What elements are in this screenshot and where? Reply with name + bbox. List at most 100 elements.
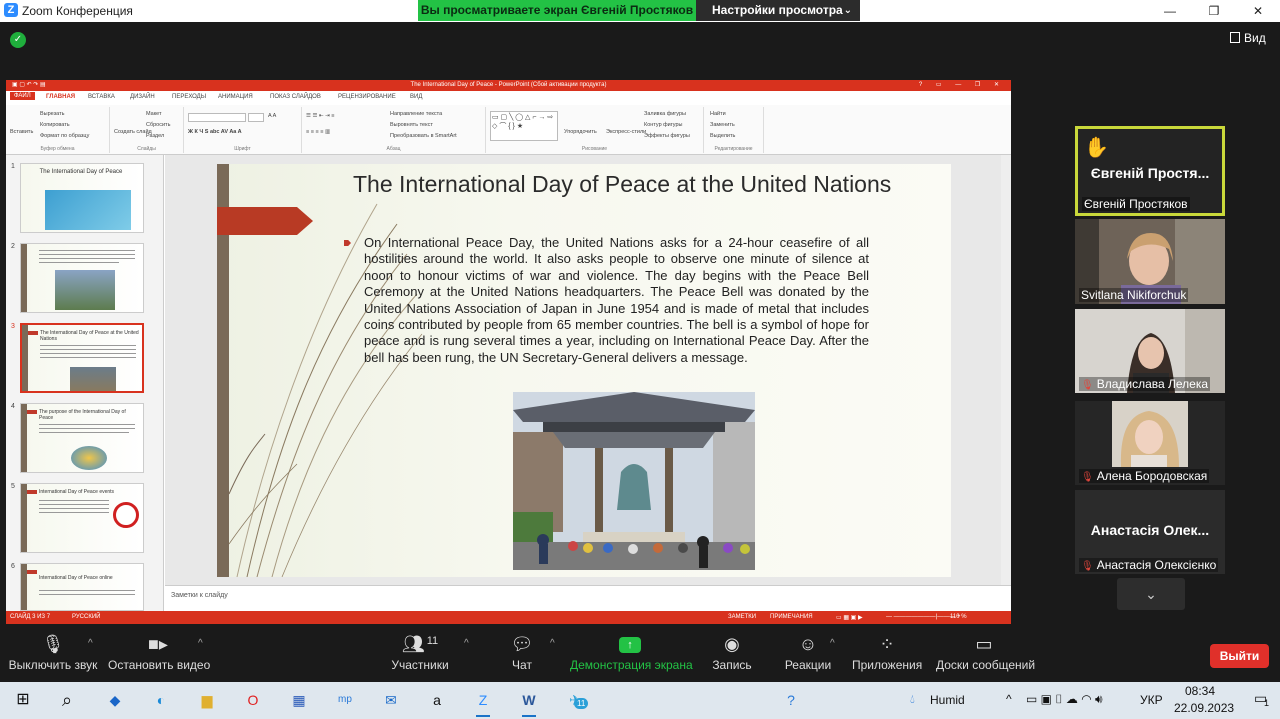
list-buttons[interactable]: ☰ ☰ ⇤ ⇥ ≡ <box>306 113 334 119</box>
slide-title[interactable]: The International Day of Peace at the Un… <box>353 170 913 199</box>
audio-options-caret-icon[interactable]: ^ <box>88 638 93 649</box>
amazon-icon[interactable]: a <box>422 686 452 714</box>
font-name-combo[interactable] <box>188 113 246 122</box>
current-slide[interactable]: The International Day of Peace at the Un… <box>217 164 951 577</box>
participants-caret-icon[interactable]: ^ <box>464 638 469 649</box>
maximize-button[interactable]: ❐ <box>1194 1 1234 21</box>
slide-thumbnail-2[interactable] <box>20 243 144 313</box>
shape-outline-button[interactable]: Контур фигуры <box>644 122 682 128</box>
windows-start-icon[interactable]: ⊞ <box>8 686 38 714</box>
reset-button[interactable]: Сбросить <box>146 122 170 128</box>
smartart-button[interactable]: Преобразовать в SmartArt <box>390 133 457 139</box>
slide-thumbnail-1[interactable]: The International Day of Peace <box>20 163 144 233</box>
apps-button[interactable]: ⁘ Приложения <box>852 630 922 672</box>
telegram-icon[interactable]: ✈11 <box>560 686 590 714</box>
tray-expand-icon[interactable]: ^ <box>1006 692 1012 706</box>
microsoft-store-icon[interactable]: ▦ <box>284 686 314 714</box>
slide-body-text[interactable]: On International Peace Day, the United N… <box>364 235 869 366</box>
layout-button[interactable]: Макет <box>146 111 162 117</box>
view-buttons[interactable]: ▭ ▦ ▣ ▶ <box>836 614 863 621</box>
file-explorer-icon[interactable]: ▆ <box>192 686 222 714</box>
mail-icon[interactable]: ✉ <box>376 686 406 714</box>
word-icon[interactable]: W <box>514 686 544 717</box>
tab-animation[interactable]: АНИМАЦИЯ <box>218 94 253 100</box>
leave-button[interactable]: Выйти <box>1210 644 1269 668</box>
clock-time[interactable]: 08:34 <box>1185 684 1215 698</box>
help-icon[interactable]: ? <box>776 686 806 714</box>
arrange-button[interactable]: Упорядочить <box>564 129 597 135</box>
participant-tile[interactable]: Svitlana Nikiforchuk <box>1075 219 1225 304</box>
slide-thumbnail-3[interactable]: The International Day of Peace at the Un… <box>20 323 144 393</box>
notes-toggle[interactable]: ЗАМЕТКИ <box>728 614 756 620</box>
close-button[interactable]: ✕ <box>1238 1 1278 21</box>
input-language[interactable]: УКР <box>1140 693 1163 707</box>
weather-label[interactable]: Humid <box>930 693 965 707</box>
comments-toggle[interactable]: ПРИМЕЧАНИЯ <box>770 614 813 620</box>
skype-icon[interactable]: mp <box>330 686 360 714</box>
section-button[interactable]: Раздел <box>146 133 164 139</box>
slide-thumbnail-6[interactable]: International Day of Peace online <box>20 563 144 611</box>
chat-button[interactable]: 💬︎ Чат ^ <box>506 630 555 672</box>
shape-fill-button[interactable]: Заливка фигуры <box>644 111 686 117</box>
dropbox-icon[interactable]: ◆ <box>100 686 130 714</box>
clock-date[interactable]: 22.09.2023 <box>1174 701 1234 715</box>
tab-design[interactable]: ДИЗАЙН <box>130 94 155 100</box>
security-shield-icon[interactable]: ✓ <box>10 32 26 48</box>
copy-button[interactable]: Копировать <box>40 122 70 128</box>
tab-view[interactable]: ВИД <box>410 94 422 100</box>
video-options-caret-icon[interactable]: ^ <box>198 638 203 649</box>
participant-tile[interactable]: 🎙︎ Алена Бородовская <box>1075 401 1225 485</box>
zoom-taskbar-icon[interactable]: Z <box>468 686 498 717</box>
peace-bell-photo[interactable] <box>513 392 755 570</box>
replace-button[interactable]: Заменить <box>710 122 735 128</box>
paste-button[interactable]: Вставить <box>10 129 33 135</box>
tray-app-icons[interactable]: ▭ ▣ ⌷ ☁ ◠ 🔊︎ <box>1026 692 1103 707</box>
slide-editing-area[interactable]: The International Day of Peace at the Un… <box>165 155 1011 585</box>
more-participants-chevron-icon[interactable]: ⌄ <box>1117 578 1185 610</box>
minimize-button[interactable]: — <box>1150 1 1190 21</box>
shared-screen-powerpoint[interactable]: ▣ ▢ ↶ ↷ ▤ The International Day of Peace… <box>6 80 1011 624</box>
participant-tile[interactable]: Анастасія Олек... 🎙︎ Анастасія Олексієнко <box>1075 490 1225 574</box>
tab-review[interactable]: РЕЦЕНЗИРОВАНИЕ <box>338 94 396 100</box>
tab-insert[interactable]: ВСТАВКА <box>88 94 115 100</box>
font-size-buttons[interactable]: A A <box>268 113 276 119</box>
slide-thumbnail-pane[interactable]: 1 The International Day of Peace 2 3 The… <box>6 155 164 611</box>
tab-transitions[interactable]: ПЕРЕХОДЫ <box>172 94 206 100</box>
text-direction-button[interactable]: Направление текста <box>390 111 442 117</box>
mute-button[interactable]: 🎙︎ Выключить звук ^ <box>8 630 98 672</box>
reactions-button[interactable]: ☺ Реакции ^ <box>784 630 835 672</box>
slide-notes-field[interactable]: Заметки к слайду <box>165 585 1011 611</box>
slide-scrollbar[interactable] <box>1001 155 1011 585</box>
shapes-gallery[interactable]: ▭ ▢ ╲ ◯ △ ⌐ → ⇨ ◇ ⌒ { } ★ <box>490 111 558 141</box>
slide-thumbnail-4[interactable]: The purpose of the International Day of … <box>20 403 144 473</box>
select-button[interactable]: Выделить <box>710 133 735 139</box>
stop-video-button[interactable]: ■▸ Остановить видео ^ <box>108 630 210 672</box>
align-buttons[interactable]: ≡ ≡ ≡ ≡ ▥ <box>306 129 330 135</box>
chat-caret-icon[interactable]: ^ <box>550 638 555 649</box>
cut-button[interactable]: Вырезать <box>40 111 64 117</box>
zoom-level[interactable]: 110 % <box>950 614 967 620</box>
tab-home[interactable]: ГЛАВНАЯ <box>46 94 75 100</box>
align-text-button[interactable]: Выровнять текст <box>390 122 433 128</box>
slide-thumbnail-5[interactable]: International Day of Peace events <box>20 483 144 553</box>
reactions-caret-icon[interactable]: ^ <box>830 638 835 649</box>
font-size-combo[interactable] <box>248 113 264 122</box>
shape-effects-button[interactable]: Эффекты фигуры <box>644 133 690 139</box>
whiteboards-button[interactable]: ▭ Доски сообщений <box>936 630 1035 672</box>
view-button[interactable]: Вид <box>1230 31 1266 45</box>
tab-file[interactable]: ФАЙЛ <box>10 92 35 100</box>
font-style-buttons[interactable]: Ж К Ч S abc AV Aa A <box>188 129 242 135</box>
share-screen-button[interactable]: ↑ Демонстрация экрана <box>570 630 693 672</box>
quick-styles-button[interactable]: Экспресс-стили <box>606 129 646 135</box>
record-button[interactable]: ◉ Запись <box>710 630 754 672</box>
edge-browser-icon[interactable]: ◐ <box>146 686 176 714</box>
tab-slideshow[interactable]: ПОКАЗ СЛАЙДОВ <box>270 94 321 100</box>
participant-tile-active[interactable]: ✋ Євгеній Простя... Євгеній Простяков <box>1075 126 1225 216</box>
opera-browser-icon[interactable]: O <box>238 686 268 714</box>
participants-button[interactable]: 👥︎ 11 Участники ^ <box>388 630 468 672</box>
find-button[interactable]: Найти <box>710 111 726 117</box>
search-icon[interactable]: ⌕ <box>52 686 82 714</box>
view-options-button[interactable]: Настройки просмотра ⌄ <box>696 0 860 21</box>
participant-tile[interactable]: 🎙︎ Владислава Лелека <box>1075 309 1225 393</box>
format-painter-button[interactable]: Формат по образцу <box>40 133 89 139</box>
